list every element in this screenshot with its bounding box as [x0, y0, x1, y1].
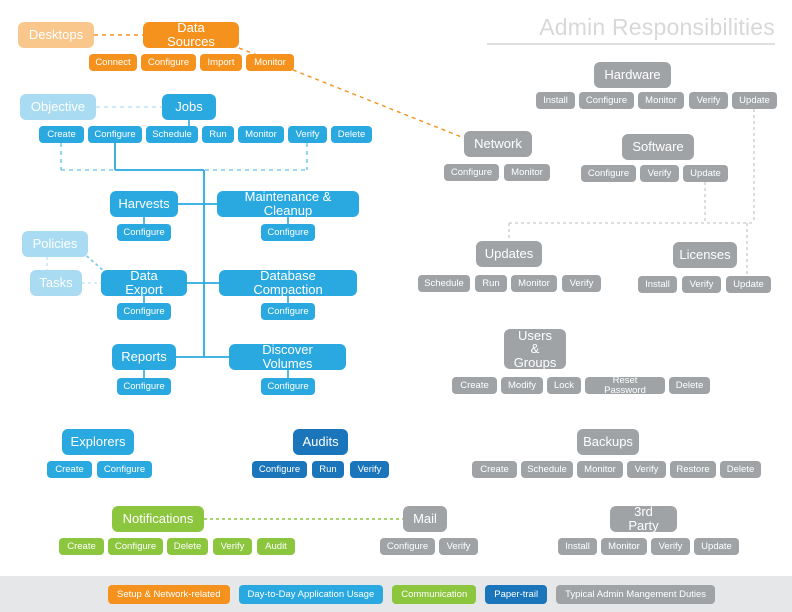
node-objective[interactable]: Objective	[20, 94, 96, 120]
action-button-configure[interactable]: Configure	[581, 165, 636, 182]
node-hardware[interactable]: Hardware	[594, 62, 671, 88]
action-button-schedule[interactable]: Schedule	[521, 461, 573, 478]
action-button-verify[interactable]: Verify	[651, 538, 690, 555]
action-button-configure[interactable]: Configure	[252, 461, 307, 478]
node-harvests[interactable]: Harvests	[110, 191, 178, 217]
legend-chip-paper-trail: Paper-trail	[485, 584, 548, 604]
action-button-modify[interactable]: Modify	[501, 377, 543, 394]
node-jobs[interactable]: Jobs	[162, 94, 216, 120]
action-button-monitor[interactable]: Monitor	[504, 164, 550, 181]
action-button-configure[interactable]: Configure	[88, 126, 142, 143]
node-audits[interactable]: Audits	[293, 429, 348, 455]
node-tasks[interactable]: Tasks	[30, 270, 82, 296]
action-button-monitor[interactable]: Monitor	[238, 126, 284, 143]
action-button-configure[interactable]: Configure	[261, 224, 315, 241]
action-button-verify[interactable]: Verify	[689, 92, 728, 109]
action-button-create[interactable]: Create	[59, 538, 104, 555]
action-button-delete[interactable]: Delete	[331, 126, 372, 143]
action-button-delete[interactable]: Delete	[669, 377, 710, 394]
action-button-monitor[interactable]: Monitor	[601, 538, 647, 555]
action-button-reset-password[interactable]: Reset Password	[585, 375, 665, 395]
action-button-verify[interactable]: Verify	[562, 275, 601, 292]
action-button-update[interactable]: Update	[732, 92, 777, 109]
action-button-lock[interactable]: Lock	[547, 377, 581, 394]
action-button-verify[interactable]: Verify	[213, 538, 252, 555]
action-button-create[interactable]: Create	[39, 126, 84, 143]
legend-chip-day-to-day-application-usage: Day-to-Day Application Usage	[238, 584, 384, 604]
action-button-update[interactable]: Update	[683, 165, 728, 182]
legend-chip-communication: Communication	[392, 584, 477, 604]
node-discover-volumes[interactable]: Discover Volumes	[229, 343, 346, 370]
action-button-configure[interactable]: Configure	[108, 538, 163, 555]
node-network[interactable]: Network	[464, 131, 532, 157]
action-button-run[interactable]: Run	[202, 126, 234, 143]
legend-items: Setup & Network-related Day-to-Day Applic…	[108, 584, 716, 604]
action-button-connect[interactable]: Connect	[89, 54, 137, 71]
action-button-install[interactable]: Install	[536, 92, 575, 109]
action-button-schedule[interactable]: Schedule	[146, 126, 198, 143]
node-mail[interactable]: Mail	[403, 506, 447, 532]
node-software[interactable]: Software	[622, 134, 694, 160]
action-button-configure[interactable]: Configure	[261, 303, 315, 320]
action-button-restore[interactable]: Restore	[670, 461, 716, 478]
action-button-monitor[interactable]: Monitor	[511, 275, 557, 292]
node-backups[interactable]: Backups	[577, 429, 639, 455]
action-button-configure[interactable]: Configure	[579, 92, 634, 109]
action-button-run[interactable]: Run	[475, 275, 507, 292]
node-maintenance[interactable]: Maintenance & Cleanup	[217, 190, 359, 217]
node-explorers[interactable]: Explorers	[62, 429, 134, 455]
action-button-verify[interactable]: Verify	[627, 461, 666, 478]
node-data-export[interactable]: Data Export	[101, 269, 187, 296]
action-button-delete[interactable]: Delete	[720, 461, 761, 478]
page-title: Admin Responsibilities	[539, 14, 775, 40]
action-button-configure[interactable]: Configure	[261, 378, 315, 395]
legend-chip-typical-admin-mangement-duties: Typical Admin Mangement Duties	[556, 584, 716, 604]
node-licenses[interactable]: Licenses	[673, 242, 737, 268]
node-notifications[interactable]: Notifications	[112, 506, 204, 532]
action-button-configure[interactable]: Configure	[117, 303, 171, 320]
action-button-create[interactable]: Create	[452, 377, 497, 394]
action-button-monitor[interactable]: Monitor	[577, 461, 623, 478]
action-button-monitor[interactable]: Monitor	[246, 54, 294, 71]
action-button-schedule[interactable]: Schedule	[418, 275, 470, 292]
action-button-verify[interactable]: Verify	[439, 538, 478, 555]
action-button-configure[interactable]: Configure	[444, 164, 499, 181]
action-button-import[interactable]: Import	[200, 54, 242, 71]
action-button-install[interactable]: Install	[558, 538, 597, 555]
action-button-configure[interactable]: Configure	[141, 54, 196, 71]
node-updates[interactable]: Updates	[476, 241, 542, 267]
action-button-create[interactable]: Create	[47, 461, 92, 478]
action-button-verify[interactable]: Verify	[682, 276, 721, 293]
action-button-run[interactable]: Run	[312, 461, 344, 478]
title-divider	[487, 43, 775, 45]
node-data-sources[interactable]: Data Sources	[143, 21, 239, 48]
diagram-canvas: Admin Responsibilities Setup & Network-r…	[0, 0, 792, 612]
action-button-install[interactable]: Install	[638, 276, 677, 293]
action-button-configure[interactable]: Configure	[117, 378, 171, 395]
legend-chip-setup-network-related: Setup & Network-related	[108, 584, 230, 604]
action-button-configure[interactable]: Configure	[97, 461, 152, 478]
action-button-configure[interactable]: Configure	[117, 224, 171, 241]
action-button-verify[interactable]: Verify	[350, 461, 389, 478]
action-button-verify[interactable]: Verify	[288, 126, 327, 143]
action-button-verify[interactable]: Verify	[640, 165, 679, 182]
node-reports[interactable]: Reports	[112, 344, 176, 370]
action-button-update[interactable]: Update	[726, 276, 771, 293]
action-button-delete[interactable]: Delete	[167, 538, 208, 555]
node-db-compaction[interactable]: Database Compaction	[219, 269, 357, 296]
node-desktops[interactable]: Desktops	[18, 22, 94, 48]
action-button-update[interactable]: Update	[694, 538, 739, 555]
action-button-create[interactable]: Create	[472, 461, 517, 478]
node-policies[interactable]: Policies	[22, 231, 88, 257]
action-button-configure[interactable]: Configure	[380, 538, 435, 555]
action-button-audit[interactable]: Audit	[257, 538, 295, 555]
action-button-monitor[interactable]: Monitor	[638, 92, 684, 109]
node-users-groups[interactable]: Users & Groups	[504, 328, 566, 369]
node-3rd-party[interactable]: 3rd Party	[610, 505, 677, 532]
